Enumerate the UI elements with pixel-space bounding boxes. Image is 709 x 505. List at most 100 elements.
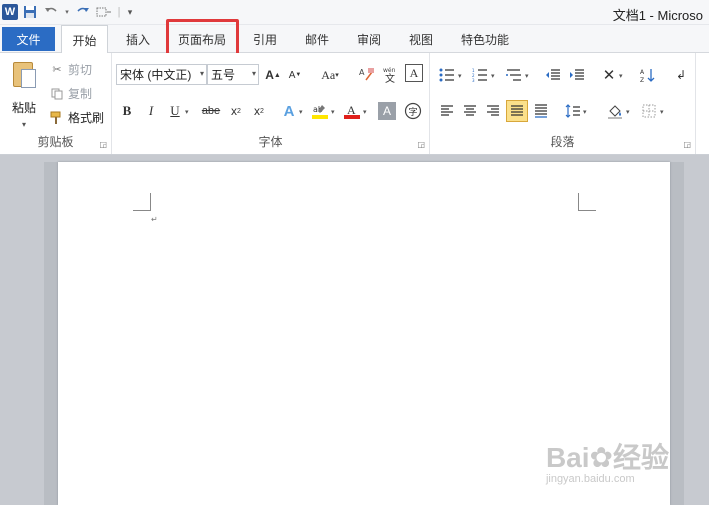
multilevel-dropdown-icon[interactable]: ▾ <box>525 72 529 80</box>
font-launcher-icon[interactable]: ◲ <box>417 140 425 149</box>
decrease-indent-icon[interactable] <box>542 64 564 86</box>
ribbon-tabs: 文件 开始 插入 页面布局 引用 邮件 审阅 视图 特色功能 <box>0 25 709 54</box>
ribbon: 粘贴 ▾ ✂ 剪切 复制 格式刷 剪贴板 ◲ 宋体 (中文正) ▾ 五号 ▾ A… <box>0 53 709 155</box>
increase-indent-icon[interactable] <box>566 64 588 86</box>
tab-mailings[interactable]: 邮件 <box>298 25 336 53</box>
margin-corner-top-left <box>133 193 151 211</box>
multilevel-list-icon[interactable] <box>503 64 525 86</box>
change-case-icon[interactable]: Aa ▾ <box>317 64 343 86</box>
tab-references[interactable]: 引用 <box>246 25 284 53</box>
font-color-dropdown-icon[interactable]: ▾ <box>363 108 367 116</box>
svg-text:3: 3 <box>472 78 475 82</box>
highlight-dropdown-icon[interactable]: ▾ <box>331 108 335 116</box>
bullets-dropdown-icon[interactable]: ▾ <box>458 72 462 80</box>
show-marks-icon[interactable]: ↲ <box>670 64 692 86</box>
clipboard-launcher-icon[interactable]: ◲ <box>99 140 107 149</box>
copy-label: 复制 <box>68 87 93 101</box>
align-center-icon[interactable] <box>459 100 481 122</box>
phonetic-guide-icon[interactable]: wén 文 <box>380 64 402 86</box>
clipboard-group: 粘贴 ▾ ✂ 剪切 复制 格式刷 剪贴板 ◲ <box>0 53 112 154</box>
grow-font-icon[interactable]: A ▲ <box>262 64 284 86</box>
paw-icon: ✿ <box>589 442 613 473</box>
font-name-value: 宋体 (中文正) <box>120 68 192 82</box>
save-icon[interactable] <box>21 3 39 21</box>
superscript-icon[interactable]: x2 <box>248 100 270 122</box>
copy-icon <box>50 87 64 101</box>
chinese-layout-dropdown-icon[interactable]: ▾ <box>619 72 623 80</box>
align-right-icon[interactable] <box>482 100 504 122</box>
font-name-dropdown-icon[interactable]: ▾ <box>200 69 204 78</box>
font-size-combo[interactable]: 五号 ▾ <box>207 64 259 85</box>
font-color-icon[interactable]: A <box>341 100 363 122</box>
document-title: 文档1 - Microso <box>612 8 703 23</box>
customize-icon[interactable] <box>95 3 113 21</box>
enclose-characters-icon[interactable]: 字 <box>402 100 424 122</box>
font-name-combo[interactable]: 宋体 (中文正) ▾ <box>116 64 207 85</box>
numbering-dropdown-icon[interactable]: ▾ <box>491 72 495 80</box>
bullets-icon[interactable] <box>436 64 458 86</box>
tab-view[interactable]: 视图 <box>402 25 440 53</box>
qat-more-icon[interactable]: ▾ <box>125 3 135 21</box>
tab-special-features[interactable]: 特色功能 <box>454 25 516 53</box>
character-shading-icon[interactable]: A <box>378 102 396 120</box>
highlight-color-icon[interactable]: ab <box>309 100 331 122</box>
svg-text:字: 字 <box>409 106 418 118</box>
distributed-icon[interactable] <box>530 100 552 122</box>
copy-button[interactable]: 复制 <box>50 85 92 102</box>
format-painter-icon <box>50 111 64 125</box>
line-spacing-dropdown-icon[interactable]: ▾ <box>583 108 587 116</box>
shrink-font-icon[interactable]: A ▼ <box>284 64 306 86</box>
font-size-value: 五号 <box>211 68 236 82</box>
strikethrough-icon[interactable]: abe <box>198 100 224 122</box>
font-size-dropdown-icon[interactable]: ▾ <box>252 69 256 78</box>
cut-label: 剪切 <box>68 63 93 77</box>
paragraph-launcher-icon[interactable]: ◲ <box>683 140 691 149</box>
paragraph-mark: ↵ <box>151 215 158 224</box>
undo-icon[interactable] <box>42 3 60 21</box>
watermark-brand: Bai <box>545 442 590 473</box>
paragraph-group: ▾ 123 ▾ ▾ ✕ ▾ AZ ↲ ▾ ▾ ▾ 段落 ◲ <box>430 53 696 154</box>
underline-icon[interactable]: U <box>164 100 186 122</box>
borders-dropdown-icon[interactable]: ▾ <box>660 108 664 116</box>
text-effects-icon[interactable]: A <box>278 100 300 122</box>
highlight-box <box>166 19 239 56</box>
character-border-icon[interactable]: A <box>405 64 423 82</box>
italic-icon[interactable]: I <box>140 100 162 122</box>
chinese-layout-icon[interactable]: ✕ <box>598 64 620 86</box>
svg-text:A: A <box>640 69 645 76</box>
tab-file[interactable]: 文件 <box>2 27 55 51</box>
bold-icon[interactable]: B <box>116 100 138 122</box>
separator: | <box>117 6 121 18</box>
justify-icon[interactable] <box>506 100 528 122</box>
paragraph-group-label: 段落 <box>550 135 575 149</box>
borders-icon[interactable] <box>638 100 660 122</box>
quick-access-toolbar: W ▾ | ▾ <box>2 3 135 21</box>
numbering-icon[interactable]: 123 <box>469 64 491 86</box>
tab-home[interactable]: 开始 <box>61 25 108 54</box>
tab-review[interactable]: 审阅 <box>350 25 388 53</box>
watermark-url: jingyan.baidu.com <box>545 473 635 485</box>
text-effects-dropdown-icon[interactable]: ▾ <box>299 108 303 116</box>
align-left-icon[interactable] <box>436 100 458 122</box>
cut-button[interactable]: ✂ 剪切 <box>50 61 92 78</box>
paste-dropdown-icon[interactable]: ▾ <box>6 120 42 129</box>
shading-icon[interactable] <box>604 100 626 122</box>
scissors-icon: ✂ <box>52 64 62 76</box>
redo-icon[interactable] <box>74 3 92 21</box>
clear-formatting-icon[interactable]: A <box>356 64 378 86</box>
word-logo-icon[interactable]: W <box>2 4 18 20</box>
svg-text:wén: wén <box>383 67 396 74</box>
font-group-label: 字体 <box>258 135 283 149</box>
subscript-icon[interactable]: x2 <box>225 100 247 122</box>
paste-button[interactable]: 粘贴 ▾ <box>6 59 42 129</box>
line-spacing-icon[interactable] <box>562 100 584 122</box>
svg-text:Z: Z <box>640 77 644 83</box>
format-painter-button[interactable]: 格式刷 <box>50 109 104 126</box>
sort-icon[interactable]: AZ <box>637 64 659 86</box>
format-painter-label: 格式刷 <box>68 111 105 125</box>
paste-icon <box>10 59 38 89</box>
tab-insert[interactable]: 插入 <box>118 25 158 53</box>
shading-dropdown-icon[interactable]: ▾ <box>626 108 630 116</box>
underline-dropdown-icon[interactable]: ▾ <box>185 108 189 116</box>
dropdown-icon[interactable]: ▾ <box>63 3 71 21</box>
